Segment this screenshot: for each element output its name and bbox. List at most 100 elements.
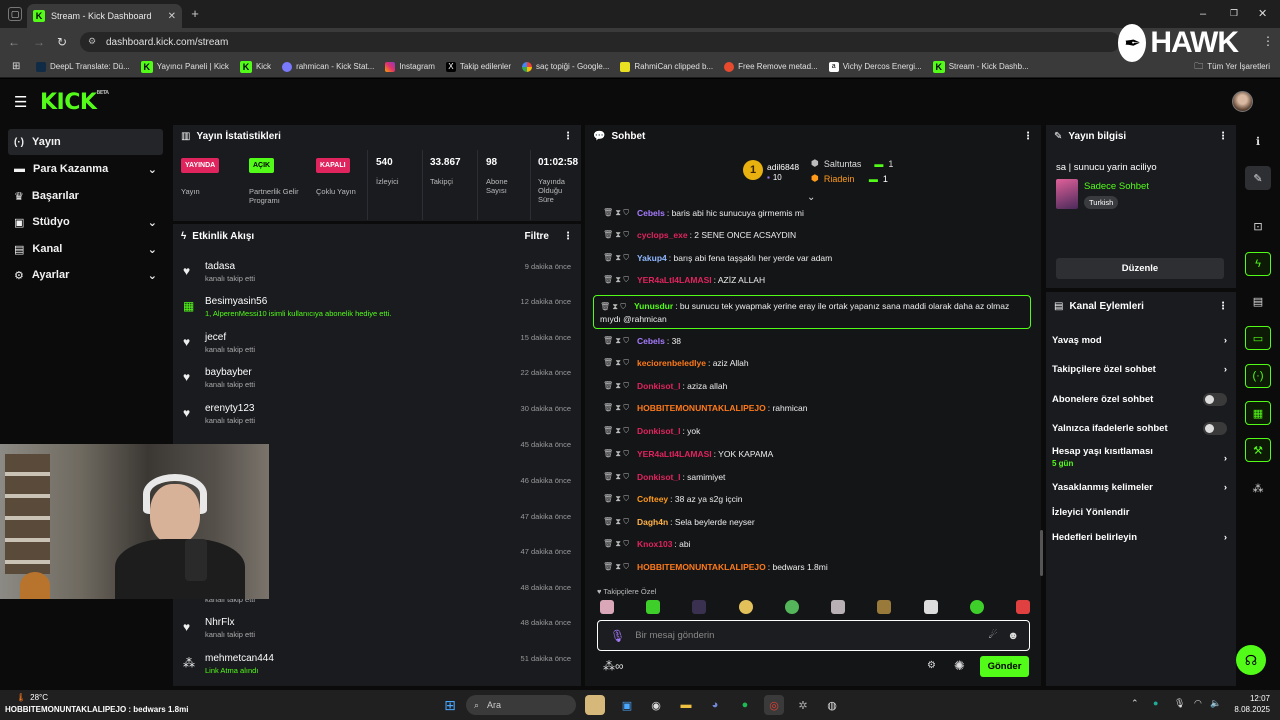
browser-menu-icon[interactable]: ⋮ [1262,34,1274,48]
app-icon[interactable]: ✲ [793,695,813,715]
browser-tab-active[interactable]: K Stream - Kick Dashboard ✕ [27,4,182,28]
microphone-icon[interactable]: 🎙 [610,629,625,643]
reload-icon[interactable]: ↻ [57,35,67,49]
moderation-icons[interactable]: 🗑 ⧗ ⛉ [603,336,629,346]
chat-username[interactable]: Yakup4 [637,253,667,263]
filter-button[interactable]: Filtre [525,231,549,242]
moderation-icons[interactable]: 🗑 ⧗ ⛉ [603,472,629,482]
bookmark-item[interactable]: RahmiCan clipped b... [620,61,713,72]
bookmark-item[interactable]: K Yayıncı Paneli | Kick [140,60,229,73]
file-explorer-icon[interactable]: ▬ [676,695,696,715]
chat-username[interactable]: Donkisot_I [637,381,680,391]
bookmark-item[interactable]: saç topiği - Google... [522,61,609,72]
chat-username[interactable]: Donkisot_I [637,426,680,436]
emote-icon[interactable] [646,600,661,614]
widget-icon[interactable] [585,695,605,715]
moderation-icons[interactable]: 🗑 ⧗ ⛉ [603,253,629,263]
action-banned-words[interactable]: Yasaklanmış kelimeler › [1052,476,1227,498]
screenshot-icon[interactable]: ⊡ [1245,214,1271,238]
emote-icon[interactable] [1015,600,1030,614]
emote-icon[interactable] [923,600,938,614]
weather-widget[interactable]: 🌡 28°C [16,693,48,702]
emote-only-toggle[interactable] [1203,421,1227,435]
tray-volume-icon[interactable]: 🔈 [1210,698,1221,709]
chrome-icon[interactable]: ◎ [764,695,784,715]
taskbar-search[interactable]: ⌕ Ara [466,695,576,715]
moderation-icons[interactable]: 🗑 ⧗ ⛉ [600,302,626,311]
kick-emote-icon[interactable]: ☄ [988,630,997,641]
expand-leaderboard-icon[interactable]: ⌄ [807,192,815,203]
chat-input[interactable]: 🎙 Bir mesaj gönderin ☄ ☻ [597,620,1030,651]
info-icon[interactable]: ℹ [1245,129,1271,153]
more-icon[interactable]: ⋮ [1218,131,1228,142]
action-followers-only[interactable]: Takipçilere özel sohbet › [1052,358,1227,380]
site-info-icon[interactable]: ⚙ [88,36,96,47]
tray-wifi-icon[interactable]: ◠ [1194,698,1202,709]
maximize-icon[interactable]: ❐ [1230,8,1238,19]
chat-icon[interactable]: ▭ [1245,326,1271,350]
chat-username[interactable]: HOBBITEMONUNTAKLALIPEJO [637,403,766,413]
send-button[interactable]: Gönder [980,656,1029,677]
emoji-icon[interactable]: ☻ [1007,630,1019,642]
bookmark-item[interactable]: X Takip edilenler [445,61,511,72]
discord-icon[interactable]: ◕ [705,695,725,715]
nav-item-monetization[interactable]: ▬ Para Kazanma ⌄ [8,156,163,182]
tray-app-icon[interactable]: ● [1153,698,1158,708]
action-account-age[interactable]: Hesap yaşı kısıtlaması 5 gün › [1052,443,1227,473]
tray-mic-icon[interactable]: 🎙 [1174,698,1185,709]
moderation-icons[interactable]: 🗑 ⧗ ⛉ [603,381,629,391]
support-headset-icon[interactable]: ☊ [1236,645,1266,675]
bookmark-item[interactable]: Instagram [385,61,435,72]
address-bar[interactable]: ⚙ dashboard.kick.com/stream [80,32,1120,52]
new-tab-icon[interactable]: + [189,6,201,21]
chat-username[interactable]: YER4aLtI4LAMASI [637,449,712,459]
tab-search-icon[interactable]: ▢ [8,7,22,21]
bookmark-item[interactable]: DeepL Translate: Dü... [36,61,130,72]
chat-username[interactable]: HOBBITEMONUNTAKLALIPEJO [637,562,766,572]
chat-settings-icon[interactable]: ⚙ [927,660,936,671]
action-slow-mode[interactable]: Yavaş mod › [1052,329,1227,351]
action-goals[interactable]: Hedefleri belirleyin › [1052,526,1227,548]
moderation-icons[interactable]: 🗑 ⧗ ⛉ [603,494,629,504]
photos-icon[interactable]: ▣ [617,695,637,715]
tray-chevron-icon[interactable]: ⌃ [1131,698,1139,709]
emote-icon[interactable] [969,600,984,614]
nav-item-channel[interactable]: ▤ Kanal ⌄ [8,236,163,262]
windows-start-icon[interactable]: ⊞ [440,695,460,715]
moderation-icons[interactable]: 🗑 ⧗ ⛉ [603,449,629,459]
broadcast-icon[interactable]: (·) [1245,364,1271,388]
nav-item-stream[interactable]: (·) Yayın [8,129,163,155]
nav-item-settings[interactable]: ⚙ Ayarlar ⌄ [8,262,163,288]
action-subscribers-only[interactable]: Abonelere özel sohbet [1052,388,1227,410]
chat-username[interactable]: Donkisot_I [637,472,680,482]
moderation-icons[interactable]: 🗑 ⧗ ⛉ [603,539,629,549]
server-icon[interactable]: ▦ [1245,401,1271,425]
more-icon[interactable]: ⋮ [563,131,573,142]
category-link[interactable]: Sadece Sohbet [1084,181,1149,192]
chat-username[interactable]: Yunusdur [634,301,673,311]
user-avatar[interactable] [1232,91,1253,112]
kick-logo[interactable]: KICKBETA [40,90,109,115]
more-icon[interactable]: ⋮ [1023,131,1033,142]
bookmark-item[interactable]: K Kick [239,60,271,73]
more-icon[interactable]: ⋮ [563,231,573,242]
bookmark-item[interactable]: rahmican - Kick Stat... [282,61,374,72]
emote-icon[interactable] [600,600,614,614]
moderation-icons[interactable]: 🗑 ⧗ ⛉ [603,426,629,436]
bookmark-item[interactable]: K Stream - Kick Dashb... [932,60,1029,73]
chat-username[interactable]: keciorenbeledlye [637,358,706,368]
steam-icon[interactable]: ◉ [646,695,666,715]
lightning-icon[interactable]: ϟ [1245,252,1271,276]
moderation-icons[interactable]: 🗑 ⧗ ⛉ [603,208,629,218]
bot-icon[interactable]: ✺ [954,658,965,674]
back-icon[interactable]: ← [8,35,20,49]
moderation-icons[interactable]: 🗑 ⧗ ⛉ [603,403,629,413]
close-window-icon[interactable]: ✕ [1258,7,1267,20]
moderation-icons[interactable]: 🗑 ⧗ ⛉ [603,275,629,285]
document-icon[interactable]: ▤ [1245,289,1271,313]
obs-icon[interactable]: ◍ [822,695,842,715]
chat-username[interactable]: YER4aLtI4LAMASI [637,275,712,285]
chat-scrollbar[interactable] [1040,530,1043,576]
action-emote-only[interactable]: Yalnızca ifadelerle sohbet [1052,417,1227,439]
emote-icon[interactable] [738,600,753,614]
